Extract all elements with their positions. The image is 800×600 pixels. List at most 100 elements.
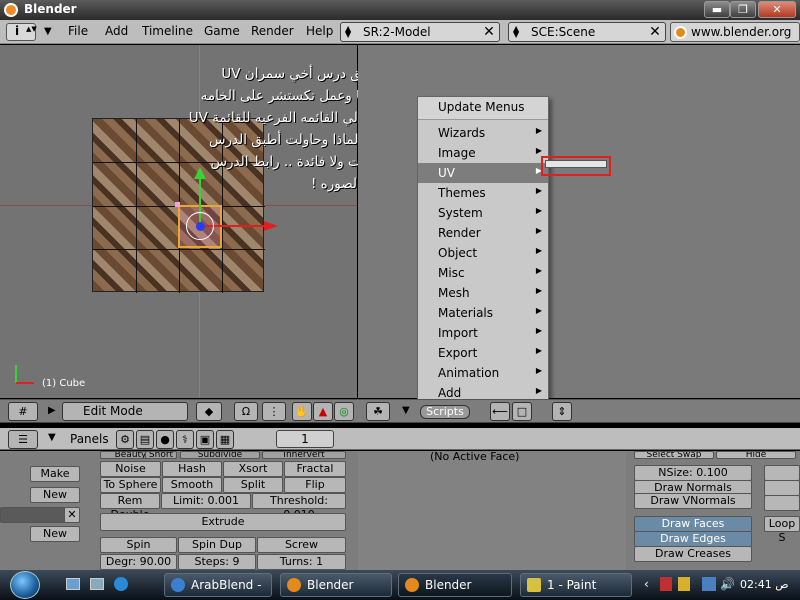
- menu-item-export[interactable]: Export ▶: [418, 343, 548, 363]
- menu-item-object[interactable]: Object ▶: [418, 243, 548, 263]
- editor-type-button[interactable]: i ▲▼: [6, 23, 37, 41]
- collapse-menu-icon[interactable]: ▼: [402, 405, 410, 416]
- buttons-editor-icon[interactable]: ☰: [8, 430, 38, 449]
- menu-file[interactable]: File: [68, 24, 88, 38]
- xsort-button[interactable]: Xsort: [223, 461, 283, 477]
- script-icon[interactable]: ▤: [136, 430, 154, 449]
- play-icon[interactable]: ▶: [48, 405, 56, 416]
- menu-item-mesh[interactable]: Mesh ▶: [418, 283, 548, 303]
- turns-field[interactable]: Turns: 1: [257, 554, 346, 570]
- back-arrow-icon[interactable]: ⟵: [490, 402, 510, 421]
- show-desktop-icon[interactable]: [66, 578, 80, 590]
- degr-field[interactable]: Degr: 90.00: [100, 554, 177, 570]
- switch-windows-icon[interactable]: [90, 578, 104, 590]
- rotate-icon[interactable]: ◎: [334, 402, 354, 421]
- screen-selector[interactable]: ▲ ▼ SR:2-Model ✕: [340, 22, 500, 42]
- ie-icon[interactable]: [114, 577, 128, 591]
- menu-render[interactable]: Render: [251, 24, 294, 38]
- x-manipulator-head[interactable]: [264, 221, 278, 231]
- collapse-menu-icon[interactable]: ▼: [48, 432, 56, 443]
- spin-dup-button[interactable]: Spin Dup: [178, 537, 256, 553]
- updown-icon[interactable]: ⇕: [552, 402, 572, 421]
- pivot-icon[interactable]: Ω: [234, 402, 258, 421]
- new-button[interactable]: New: [30, 526, 80, 542]
- draw-vnormals-toggle[interactable]: Draw VNormals: [634, 493, 752, 509]
- mode-selector[interactable]: Edit Mode: [62, 402, 188, 421]
- menu-item-uv[interactable]: UV ▶: [418, 163, 548, 183]
- close-button[interactable]: ✕: [758, 1, 796, 18]
- menu-item-render[interactable]: Render ▶: [418, 223, 548, 243]
- chevron-left-icon[interactable]: ‹: [644, 577, 649, 591]
- draw-creases-toggle[interactable]: Draw Creases: [634, 546, 752, 562]
- menu-game[interactable]: Game: [204, 24, 240, 38]
- spin-button[interactable]: Spin: [100, 537, 177, 553]
- python-icon[interactable]: ☘: [366, 402, 390, 421]
- selected-vertex[interactable]: [175, 202, 180, 207]
- extrude-button[interactable]: Extrude: [100, 513, 346, 531]
- maximize-button[interactable]: ❐: [730, 1, 756, 18]
- scene-icon[interactable]: ▦: [216, 430, 234, 449]
- start-button[interactable]: [10, 571, 40, 599]
- flip-normals-button[interactable]: Flip Normals: [284, 477, 346, 505]
- menu-item-wizards[interactable]: Wizards ▶: [418, 123, 548, 143]
- shading-icon[interactable]: ◆: [196, 402, 222, 421]
- translate-icon[interactable]: ▲: [313, 402, 333, 421]
- task-blender-1[interactable]: Blender: [280, 573, 392, 597]
- innervert-button[interactable]: Innervert: [262, 451, 346, 459]
- menu-timeline[interactable]: Timeline: [142, 24, 193, 38]
- menu-item-import[interactable]: Import ▶: [418, 323, 548, 343]
- remove-icon[interactable]: ✕: [64, 507, 80, 523]
- update-menus-item[interactable]: Update Menus: [418, 97, 548, 119]
- 3d-viewport[interactable]: عند تطبيق درس أخي سمران UV Unwrap وعمل ت…: [0, 45, 408, 398]
- empty-uv-submenu[interactable]: [545, 160, 607, 168]
- panel-page-number[interactable]: 1: [276, 430, 334, 448]
- hide-button[interactable]: Hide: [716, 451, 796, 459]
- draw-edges-toggle[interactable]: Draw Edges: [634, 531, 752, 547]
- task-arabblend[interactable]: ArabBlend - ...: [164, 573, 272, 597]
- object-icon[interactable]: ⚕: [176, 430, 194, 449]
- menu-item-system[interactable]: System ▶: [418, 203, 548, 223]
- scene-selector[interactable]: ▲ ▼ SCE:Scene ✕: [508, 22, 666, 42]
- side-button[interactable]: [764, 480, 800, 496]
- rem-double-button[interactable]: Rem Double: [100, 493, 160, 521]
- screw-button[interactable]: Screw: [257, 537, 346, 553]
- editing-icon[interactable]: ▣: [196, 430, 214, 449]
- task-paint[interactable]: 1 - Paint: [520, 573, 632, 597]
- monitor-icon[interactable]: [702, 577, 716, 591]
- x-manipulator-arrow[interactable]: [205, 225, 265, 227]
- short-toggle[interactable]: Short: [145, 451, 177, 459]
- snap-icon[interactable]: ⋮: [262, 402, 286, 421]
- scripts-menu-button[interactable]: Scripts: [420, 405, 470, 419]
- side-button[interactable]: [764, 495, 800, 511]
- smooth-button[interactable]: Smooth: [162, 477, 222, 493]
- clock[interactable]: 02:41 ص: [740, 578, 789, 591]
- select-swap-button[interactable]: Select Swap: [634, 451, 714, 459]
- security-icon[interactable]: [678, 577, 690, 591]
- split-button[interactable]: Split: [223, 477, 283, 493]
- close-scene-icon[interactable]: ✕: [647, 24, 663, 40]
- full-screen-icon[interactable]: □: [512, 402, 532, 421]
- menu-item-animation[interactable]: Animation ▶: [418, 363, 548, 383]
- shading-sphere-icon[interactable]: ●: [156, 430, 174, 449]
- volume-icon[interactable]: 🔊: [720, 577, 735, 591]
- menu-item-image[interactable]: Image ▶: [418, 143, 548, 163]
- make-button[interactable]: Make: [30, 466, 80, 482]
- loop-s-button[interactable]: Loop S: [764, 516, 800, 544]
- steps-field[interactable]: Steps: 9: [178, 554, 256, 570]
- hand-manipulator-icon[interactable]: ✋: [292, 402, 312, 421]
- fractal-button[interactable]: Fractal: [284, 461, 346, 477]
- nsize-field[interactable]: NSize: 0.100: [634, 465, 752, 481]
- minimize-button[interactable]: ▬: [704, 1, 730, 18]
- menu-item-materials[interactable]: Materials ▶: [418, 303, 548, 323]
- task-blender-2[interactable]: Blender: [398, 573, 512, 597]
- menu-item-misc[interactable]: Misc ▶: [418, 263, 548, 283]
- threshold-field[interactable]: Threshold: 0.010: [252, 493, 346, 521]
- hash-button[interactable]: Hash: [162, 461, 222, 477]
- to-sphere-button[interactable]: To Sphere: [100, 477, 161, 493]
- draw-faces-toggle[interactable]: Draw Faces: [634, 516, 752, 532]
- menu-help[interactable]: Help: [306, 24, 333, 38]
- limit-field[interactable]: Limit: 0.001: [161, 493, 251, 509]
- noise-button[interactable]: Noise: [100, 461, 161, 477]
- close-screen-icon[interactable]: ✕: [481, 24, 497, 40]
- side-button[interactable]: [764, 465, 800, 481]
